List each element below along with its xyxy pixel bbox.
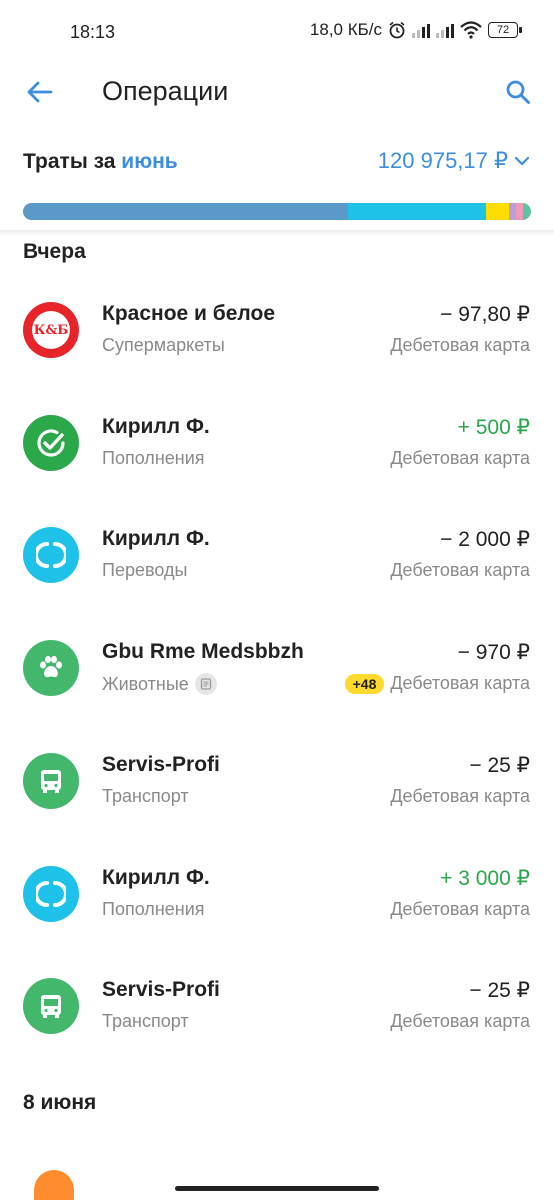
home-indicator[interactable] [175, 1186, 379, 1191]
kb-logo-text: К&Б [33, 322, 69, 338]
transaction-amount: − 97,80 ₽ [440, 303, 530, 326]
transaction-category: Переводы [102, 560, 187, 581]
transaction-merchant: Кирилл Ф. [102, 527, 210, 551]
spending-bar-segment [23, 203, 349, 220]
spending-bar-segment [486, 203, 510, 220]
battery-icon: 72 [488, 22, 522, 38]
transaction-category: Животные [102, 673, 217, 696]
spending-bar-segment [522, 203, 531, 220]
chevron-down-icon [514, 156, 530, 166]
transaction-account-label: Дебетовая карта [390, 898, 530, 919]
transaction-merchant: Кирилл Ф. [102, 865, 210, 889]
transaction-category-label: Пополнения [102, 447, 205, 468]
arrow-left-icon [27, 81, 53, 103]
spending-amount: 120 975,17 ₽ [377, 148, 508, 173]
wifi-icon [460, 21, 482, 39]
transaction-category: Пополнения [102, 899, 205, 920]
month-selector[interactable]: июнь [121, 150, 177, 173]
page-title: Операции [102, 76, 229, 106]
search-button[interactable] [498, 72, 538, 112]
section-date-header: Вчера [23, 240, 86, 263]
spending-bar-segment [516, 203, 523, 220]
transaction-category-label: Супермаркеты [102, 335, 225, 355]
transaction-account-label: Дебетовая карта [390, 785, 530, 806]
transaction-category: Транспорт [102, 786, 189, 807]
transaction-amount: − 970 ₽ [457, 641, 530, 665]
status-bar: 18:13 18,0 КБ/с 72 [0, 0, 554, 64]
next-transaction-icon-partial [34, 1170, 74, 1200]
status-time: 18:13 [70, 22, 116, 42]
transaction-row[interactable]: Кирилл Ф. Переводы − 2 000 ₽ Дебетовая карт… [0, 509, 554, 605]
transaction-category-label: Транспорт [102, 785, 189, 806]
transaction-account-label: Дебетовая карта [390, 335, 530, 355]
section-date-header: 8 июня [23, 1090, 97, 1114]
app-header: Операции [0, 64, 554, 120]
spending-category-bar[interactable] [23, 203, 531, 220]
transaction-row[interactable]: Servis-Profi Транспорт − 25 ₽ Дебетовая кар… [0, 960, 554, 1056]
transaction-category: Супермаркеты [102, 335, 225, 356]
transaction-merchant: Gbu Rme Medsbbzh [102, 640, 304, 664]
transaction-account: Дебетовая карта [390, 335, 530, 356]
check-circle-icon [23, 414, 79, 471]
transfer-icon [23, 865, 79, 922]
transaction-row[interactable]: Кирилл Ф. Пополнения + 3 000 ₽ Дебетовая ка… [0, 848, 554, 944]
spending-bar-segment [509, 203, 517, 220]
transaction-row[interactable]: К&Б Красное и белое Супермаркеты − 97,80 ₽ Д… [0, 284, 554, 380]
back-button[interactable] [20, 74, 60, 110]
kb-logo-icon: К&Б [23, 302, 79, 358]
transaction-account: Дебетовая карта [390, 1011, 530, 1032]
transaction-row[interactable]: Gbu Rme Medsbbzh Животные − 970 ₽ +48 Дебето… [0, 622, 554, 718]
bus-icon [23, 752, 79, 809]
spending-bar-segment [348, 203, 487, 220]
transaction-amount: − 2 000 ₽ [440, 528, 530, 552]
transaction-account-label: Дебетовая карта [390, 447, 530, 468]
header-divider [0, 230, 554, 236]
search-icon [506, 80, 530, 104]
transaction-account: Дебетовая карта [390, 448, 530, 469]
bus-icon [23, 978, 79, 1035]
transaction-amount: + 500 ₽ [457, 415, 530, 439]
transaction-category-label: Животные [102, 673, 189, 694]
spending-label: Траты за июнь [23, 150, 178, 174]
alarm-icon [389, 21, 405, 39]
signal-strength-2-icon [436, 22, 454, 38]
transaction-account: Дебетовая карта [390, 560, 530, 581]
transaction-merchant: Красное и белое [102, 302, 275, 325]
transaction-amount: − 25 ₽ [469, 753, 530, 777]
transaction-category-label: Пополнения [102, 898, 205, 919]
transaction-category-label: Переводы [102, 560, 188, 581]
transaction-amount: + 3 000 ₽ [440, 866, 530, 890]
signal-strength-icon [412, 22, 430, 38]
transaction-amount: − 25 ₽ [469, 979, 530, 1003]
paw-icon [23, 640, 79, 697]
network-speed: 18,0 КБ/с [309, 20, 382, 39]
transaction-merchant: Servis-Profi [102, 752, 220, 776]
status-indicators: 18,0 КБ/с 72 [309, 20, 522, 40]
transaction-merchant: Кирилл Ф. [102, 414, 210, 438]
transaction-category: Пополнения [102, 448, 205, 469]
transaction-account: +48 Дебетовая карта [344, 673, 530, 694]
transaction-category: Транспорт [102, 1011, 189, 1032]
transaction-account-label: Дебетовая карта [390, 560, 530, 581]
note-icon [194, 673, 217, 696]
cashback-badge: +48 [344, 673, 385, 694]
transaction-category-label: Транспорт [102, 1011, 189, 1032]
spending-total[interactable]: 120 975,17 ₽ [378, 148, 530, 174]
kb-logo-badge: К&Б [32, 311, 70, 349]
transaction-row[interactable]: Кирилл Ф. Пополнения + 500 ₽ Дебетовая карт… [0, 397, 554, 493]
spending-label-prefix: Траты за [23, 150, 116, 173]
transfer-icon [23, 527, 79, 584]
transaction-account-label: Дебетовая карта [390, 1011, 530, 1032]
spending-summary: Траты за июнь 120 975,17 ₽ [0, 140, 554, 184]
transaction-row[interactable]: Servis-Profi Транспорт − 25 ₽ Дебетовая кар… [0, 735, 554, 831]
transaction-account: Дебетовая карта [390, 899, 530, 920]
transaction-account-label: Дебетовая карта [390, 673, 530, 694]
transaction-merchant: Servis-Profi [102, 978, 220, 1002]
transaction-account: Дебетовая карта [390, 786, 530, 807]
